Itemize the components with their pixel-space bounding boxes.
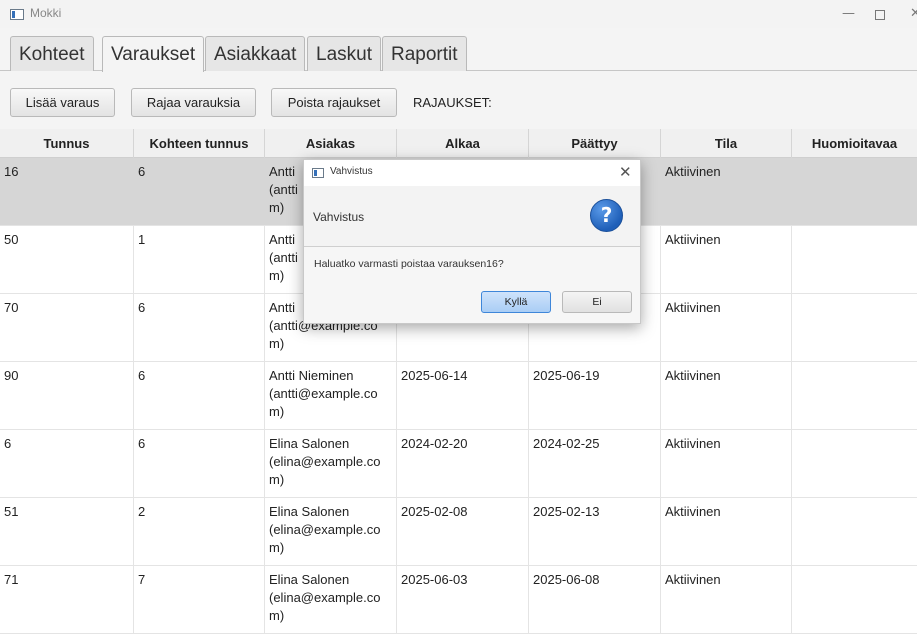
- cell-property-id: 6: [134, 362, 265, 429]
- table-row[interactable]: 51 2 Elina Salonen (elina@example.co m) 202…: [0, 498, 917, 566]
- cell-id: 51: [0, 498, 134, 565]
- cell-property-id: 1: [134, 226, 265, 293]
- dialog-title: Vahvistus: [330, 166, 373, 177]
- cell-status: Aktiivinen: [661, 566, 792, 633]
- cell-end: 2025-06-19: [529, 362, 661, 429]
- cell-status: Aktiivinen: [661, 430, 792, 497]
- tab-raportit[interactable]: Raportit: [382, 36, 467, 71]
- cell-id: 70: [0, 294, 134, 361]
- dialog-close-button[interactable]: ✕: [619, 163, 632, 181]
- table-row[interactable]: 71 7 Elina Salonen (elina@example.co m) 202…: [0, 566, 917, 634]
- minimize-button[interactable]: —: [842, 6, 855, 21]
- cell-start: 2025-06-03: [397, 566, 529, 633]
- column-header-property-id[interactable]: Kohteen tunnus: [134, 129, 265, 158]
- dialog-header: Vahvistus ?: [304, 186, 640, 247]
- cell-property-id: 7: [134, 566, 265, 633]
- cell-notes: [792, 226, 917, 293]
- question-icon: ?: [590, 199, 623, 232]
- confirm-yes-button[interactable]: Kyllä: [481, 291, 551, 313]
- cell-id: 90: [0, 362, 134, 429]
- cell-end: 2024-02-25: [529, 430, 661, 497]
- column-header-status[interactable]: Tila: [661, 129, 792, 158]
- cell-property-id: 6: [134, 294, 265, 361]
- cell-id: 6: [0, 430, 134, 497]
- column-header-customer[interactable]: Asiakas: [265, 129, 397, 158]
- tab-laskut[interactable]: Laskut: [307, 36, 381, 71]
- app-icon: [10, 9, 24, 20]
- cell-start: 2025-06-14: [397, 362, 529, 429]
- cell-status: Aktiivinen: [661, 158, 792, 225]
- cell-customer: Elina Salonen (elina@example.co m): [265, 566, 397, 633]
- cell-start: 2024-02-20: [397, 430, 529, 497]
- tab-kohteet[interactable]: Kohteet: [10, 36, 94, 71]
- filter-reservations-button[interactable]: Rajaa varauksia: [131, 88, 256, 117]
- cell-notes: [792, 430, 917, 497]
- cell-id: 71: [0, 566, 134, 633]
- maximize-button[interactable]: [875, 10, 885, 20]
- table-row[interactable]: 90 6 Antti Nieminen (antti@example.co m) 20…: [0, 362, 917, 430]
- confirmation-dialog: Vahvistus ✕ Vahvistus ? Haluatko varmast…: [303, 159, 641, 324]
- cell-notes: [792, 158, 917, 225]
- dialog-app-icon: [312, 168, 324, 178]
- cell-property-id: 6: [134, 430, 265, 497]
- column-header-notes[interactable]: Huomioitavaa: [792, 129, 917, 158]
- tab-bar: Kohteet Varaukset Asiakkaat Laskut Rapor…: [0, 31, 917, 72]
- dialog-message: Haluatko varmasti poistaa varauksen16?: [314, 258, 504, 270]
- cell-id: 50: [0, 226, 134, 293]
- column-header-id[interactable]: Tunnus: [0, 129, 134, 158]
- cell-customer: Elina Salonen (elina@example.co m): [265, 498, 397, 565]
- cell-status: Aktiivinen: [661, 362, 792, 429]
- title-bar: Mokki — ✕: [0, 0, 917, 28]
- cell-notes: [792, 294, 917, 361]
- cell-start: 2025-02-08: [397, 498, 529, 565]
- cell-id: 16: [0, 158, 134, 225]
- table-header: Tunnus Kohteen tunnus Asiakas Alkaa Päät…: [0, 129, 917, 158]
- cell-notes: [792, 566, 917, 633]
- cell-status: Aktiivinen: [661, 226, 792, 293]
- cell-customer: Antti Nieminen (antti@example.co m): [265, 362, 397, 429]
- add-reservation-button[interactable]: Lisää varaus: [10, 88, 115, 117]
- cell-end: 2025-06-08: [529, 566, 661, 633]
- tab-varaukset[interactable]: Varaukset: [102, 36, 205, 72]
- cell-status: Aktiivinen: [661, 294, 792, 361]
- confirm-no-button[interactable]: Ei: [562, 291, 632, 313]
- close-button[interactable]: ✕: [910, 6, 917, 21]
- cell-property-id: 6: [134, 158, 265, 225]
- cell-customer: Elina Salonen (elina@example.co m): [265, 430, 397, 497]
- cell-notes: [792, 498, 917, 565]
- cell-property-id: 2: [134, 498, 265, 565]
- cell-status: Aktiivinen: [661, 498, 792, 565]
- dialog-title-bar: Vahvistus ✕: [304, 160, 640, 186]
- filters-caption: RAJAUKSET:: [413, 95, 492, 110]
- tab-asiakkaat[interactable]: Asiakkaat: [205, 36, 306, 71]
- cell-end: 2025-02-13: [529, 498, 661, 565]
- column-header-start[interactable]: Alkaa: [397, 129, 529, 158]
- window-title: Mokki: [30, 6, 62, 20]
- dialog-header-text: Vahvistus: [313, 210, 365, 224]
- clear-filters-button[interactable]: Poista rajaukset: [271, 88, 397, 117]
- app-window: Mokki — ✕ Kohteet Varaukset Asiakkaat La…: [0, 0, 917, 635]
- table-row[interactable]: 6 6 Elina Salonen (elina@example.co m) 2024…: [0, 430, 917, 498]
- cell-notes: [792, 362, 917, 429]
- column-header-end[interactable]: Päättyy: [529, 129, 661, 158]
